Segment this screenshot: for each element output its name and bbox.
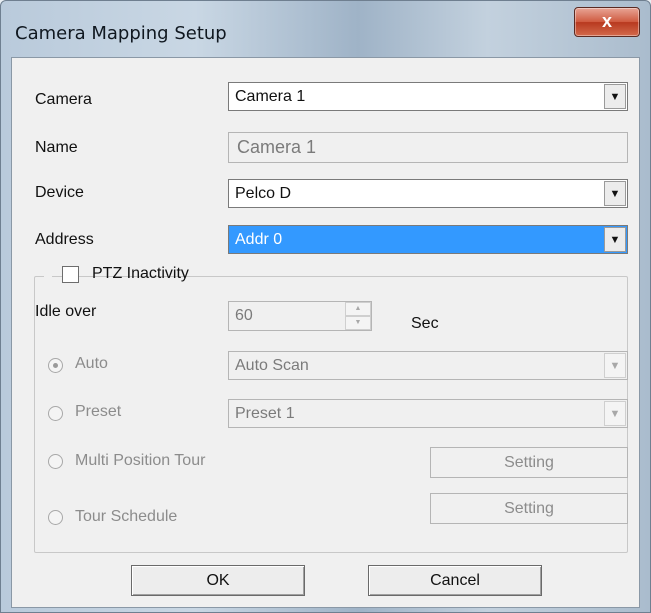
auto-radio	[48, 358, 63, 373]
window-title: Camera Mapping Setup	[15, 23, 227, 44]
title-bar[interactable]: Camera Mapping Setup x	[1, 1, 650, 57]
tour-schedule-setting-button: Setting	[430, 493, 628, 524]
idle-over-label: Idle over	[35, 303, 97, 320]
chevron-down-icon[interactable]: ▼	[604, 84, 626, 109]
chevron-down-icon: ▼	[604, 401, 626, 426]
idle-over-value: 60	[235, 307, 253, 324]
tour-schedule-radio	[48, 510, 63, 525]
idle-over-stepper: 60 ▲ ▼	[228, 301, 372, 331]
cancel-button[interactable]: Cancel	[368, 565, 542, 596]
dialog-window: Camera Mapping Setup x Camera Camera 1 ▼…	[0, 0, 651, 613]
name-field: Camera 1	[228, 132, 628, 163]
multi-position-tour-label: Multi Position Tour	[75, 452, 206, 469]
idle-over-unit: Sec	[411, 315, 439, 332]
auto-scan-select: Auto Scan ▼	[228, 351, 628, 380]
multi-position-tour-radio	[48, 454, 63, 469]
device-label: Device	[35, 184, 84, 201]
chevron-down-icon[interactable]: ▼	[604, 181, 626, 206]
auto-scan-value: Auto Scan	[235, 357, 309, 374]
close-button[interactable]: x	[574, 7, 640, 37]
address-select[interactable]: Addr 0 ▼	[228, 225, 628, 254]
multi-position-tour-setting-button: Setting	[430, 447, 628, 478]
device-select-value: Pelco D	[235, 185, 292, 202]
ok-button[interactable]: OK	[131, 565, 305, 596]
spin-up-icon: ▲	[345, 302, 371, 316]
camera-label: Camera	[35, 91, 92, 108]
chevron-down-icon[interactable]: ▼	[604, 227, 626, 252]
ptz-inactivity-header: PTZ Inactivity	[44, 264, 189, 288]
camera-select[interactable]: Camera 1 ▼	[228, 82, 628, 111]
ptz-inactivity-label: PTZ Inactivity	[92, 265, 189, 282]
ptz-inactivity-checkbox[interactable]	[62, 266, 79, 283]
name-field-value: Camera 1	[237, 137, 317, 157]
dialog-client-area: Camera Camera 1 ▼ Name Camera 1 Device P…	[11, 57, 640, 608]
chevron-down-icon: ▼	[604, 353, 626, 378]
address-label: Address	[35, 231, 94, 248]
preset-select-value: Preset 1	[235, 405, 295, 422]
preset-label: Preset	[75, 403, 122, 420]
tour-schedule-label: Tour Schedule	[75, 508, 178, 525]
spin-down-icon: ▼	[345, 316, 371, 330]
address-select-value: Addr 0	[235, 231, 283, 248]
name-label: Name	[35, 139, 78, 156]
preset-radio	[48, 406, 63, 421]
close-icon: x	[601, 11, 612, 31]
preset-select: Preset 1 ▼	[228, 399, 628, 428]
auto-label: Auto	[75, 355, 108, 372]
camera-select-value: Camera 1	[235, 88, 306, 105]
device-select[interactable]: Pelco D ▼	[228, 179, 628, 208]
